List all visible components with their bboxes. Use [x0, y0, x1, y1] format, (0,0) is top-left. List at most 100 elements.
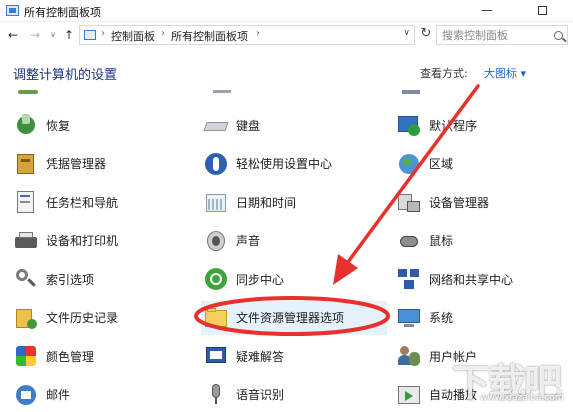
control-panel-item-label: 颜色管理	[46, 349, 95, 364]
control-panel-item-label: 文件历史记录	[46, 311, 119, 325]
search-box[interactable]	[436, 25, 568, 45]
minimize-button[interactable]: —	[470, 0, 504, 22]
mouse-icon	[397, 229, 421, 253]
control-panel-item[interactable]: 鼠标	[397, 224, 453, 258]
maximize-icon	[537, 6, 547, 15]
ease-of-access-icon	[204, 152, 228, 176]
control-panel-item-label: 恢复	[46, 118, 71, 133]
control-panel-item[interactable]: 任务栏和导航	[14, 185, 118, 219]
control-panel-item-label: 轻松使用设置中心	[236, 157, 333, 171]
control-panel-item-label: 同步中心	[236, 272, 285, 287]
control-panel-item[interactable]: 键盘	[203, 108, 261, 142]
color-management-icon	[14, 344, 38, 368]
control-panel-item[interactable]: 同步中心	[204, 262, 284, 296]
network-icon	[397, 267, 421, 291]
control-panel-item-label: 设备管理器	[429, 195, 490, 210]
address-bar[interactable]: › 控制面板 › 所有控制面板项 › ∨	[79, 25, 415, 45]
control-panel-item[interactable]: 文件资源管理器选项	[201, 300, 387, 335]
control-panel-item[interactable]: 文件历史记录	[14, 301, 118, 335]
control-panel-icon	[84, 30, 96, 40]
control-panel-item[interactable]: 声音	[204, 224, 260, 258]
pointer-arrow-head	[333, 254, 358, 285]
scrolled-icon-fragment	[18, 90, 38, 94]
troubleshooting-icon	[204, 344, 228, 368]
mail-icon	[14, 383, 38, 407]
up-button[interactable]: ↑	[62, 26, 76, 44]
control-panel-item[interactable]: 索引选项	[14, 262, 94, 296]
control-panel-item[interactable]: 系统	[397, 301, 453, 335]
breadcrumb-control-panel[interactable]: 控制面板	[111, 28, 155, 44]
window-title: 所有控制面板项	[24, 6, 101, 19]
control-panel-item[interactable]: 轻松使用设置中心	[204, 147, 332, 181]
control-panel-item-label: 网络和共享中心	[429, 272, 514, 287]
breadcrumb-all-items[interactable]: 所有控制面板项	[171, 28, 248, 44]
printer-icon	[14, 229, 38, 253]
control-panel-item[interactable]: 设备管理器	[397, 185, 489, 219]
search-icon[interactable]	[547, 28, 563, 44]
device-manager-icon	[397, 190, 421, 214]
view-by-dropdown[interactable]: 大图标 ▾	[484, 65, 526, 81]
user-accounts-icon	[397, 344, 421, 368]
forward-button[interactable]: →	[28, 26, 42, 44]
control-panel-item[interactable]: 颜色管理	[14, 339, 94, 373]
region-icon	[397, 152, 421, 176]
control-panel-item-label: 自动播放	[429, 388, 478, 402]
control-panel-item[interactable]: 日期和时间	[204, 185, 296, 219]
control-panel-app-icon	[6, 5, 19, 16]
navigation-bar: ← → ∨ ↑ › 控制面板 › 所有控制面板项 › ∨ ↻	[0, 22, 573, 48]
search-input[interactable]	[437, 26, 553, 44]
control-panel-item-label: 任务栏和导航	[46, 195, 119, 210]
control-panel-item[interactable]: 网络和共享中心	[397, 262, 513, 296]
breadcrumb-separator: ›	[101, 28, 105, 39]
credential-manager-icon	[14, 152, 38, 176]
back-button[interactable]: ←	[6, 26, 20, 44]
recovery-icon	[14, 113, 38, 137]
control-panel-item-label: 键盘	[236, 118, 261, 133]
control-panel-item-label: 疑难解答	[236, 349, 285, 364]
autoplay-icon	[397, 383, 421, 407]
control-panel-item-label: 鼠标	[429, 234, 454, 248]
control-panel-item[interactable]: 疑难解答	[204, 339, 284, 373]
keyboard-icon	[203, 113, 229, 137]
folder-options-icon	[204, 306, 228, 330]
control-panel-item-label: 邮件	[46, 388, 71, 402]
refresh-button[interactable]: ↻	[418, 26, 434, 44]
control-panel-item[interactable]: 用户帐户	[397, 339, 477, 373]
sync-icon	[204, 267, 228, 291]
control-panel-item-label: 文件资源管理器选项	[236, 311, 345, 325]
recent-locations-button[interactable]: ∨	[46, 26, 60, 44]
control-panel-item-label: 设备和打印机	[46, 234, 119, 248]
control-panel-item[interactable]: 邮件	[14, 378, 70, 412]
address-dropdown-icon[interactable]: ∨	[403, 28, 410, 38]
control-panel-item[interactable]: 凭据管理器	[14, 147, 106, 181]
control-panel-item-label: 声音	[236, 234, 261, 248]
content-header: 调整计算机的设置 查看方式: 大图标 ▾	[0, 50, 573, 92]
maximize-button[interactable]	[525, 0, 559, 22]
control-panel-item-label: 区域	[429, 157, 454, 171]
title-bar: 所有控制面板项 —	[0, 0, 573, 22]
indexing-icon	[14, 267, 38, 291]
control-panel-item-label: 系统	[429, 311, 454, 325]
control-panel-item[interactable]: 默认程序	[397, 108, 477, 142]
breadcrumb-separator: ›	[161, 28, 165, 39]
control-panel-item[interactable]: 自动播放	[397, 378, 477, 412]
page-title: 调整计算机的设置	[13, 68, 118, 83]
control-panel-item-label: 日期和时间	[236, 195, 297, 210]
default-programs-icon	[397, 113, 421, 137]
control-panel-item[interactable]: 恢复	[14, 108, 70, 142]
control-panel-item[interactable]: 语音识别	[204, 378, 284, 412]
file-history-icon	[14, 306, 38, 330]
breadcrumb-separator: ›	[256, 28, 260, 39]
sound-icon	[204, 229, 228, 253]
control-panel-item-label: 用户帐户	[429, 349, 478, 364]
system-icon	[397, 306, 421, 330]
control-panel-item-label: 默认程序	[429, 118, 478, 133]
control-panel-item[interactable]: 区域	[397, 147, 453, 181]
date-time-icon	[204, 190, 228, 214]
scrolled-icon-fragment	[213, 90, 231, 93]
taskbar-icon	[14, 190, 38, 214]
control-panel-item-label: 凭据管理器	[46, 157, 107, 171]
control-panel-item[interactable]: 设备和打印机	[14, 224, 118, 258]
control-panel-item-label: 语音识别	[236, 388, 285, 402]
watermark-url: www.xiazaiba.com	[480, 393, 564, 403]
